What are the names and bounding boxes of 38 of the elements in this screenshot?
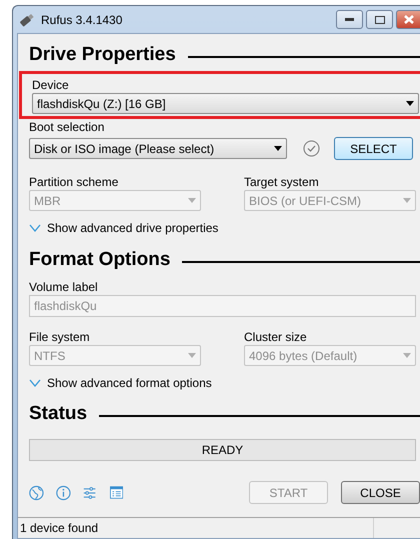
field-label: Device — [32, 77, 70, 93]
maximize-icon — [374, 16, 384, 24]
status-text: 1 device found — [18, 518, 374, 538]
close-button[interactable]: CLOSE — [341, 481, 420, 504]
caret-icon — [188, 353, 196, 358]
globe-icon[interactable] — [29, 484, 44, 502]
expand-toggle[interactable]: Show advanced format options — [29, 374, 420, 392]
select-button[interactable]: SELECT — [334, 137, 413, 160]
dropdown[interactable]: Disk or ISO image (Please select) — [29, 138, 287, 159]
settings-icon[interactable] — [82, 484, 96, 500]
field-label: File system — [29, 329, 91, 345]
dropdown[interactable]: flashdiskQu (Z:) [16 GB] — [32, 93, 419, 114]
minimize-button[interactable] — [336, 10, 363, 29]
close-button[interactable] — [396, 10, 420, 29]
chevron-icon — [29, 224, 41, 232]
check-icon[interactable] — [303, 140, 320, 157]
field-label: Partition scheme — [29, 174, 120, 190]
caret-icon — [188, 198, 196, 203]
caret-icon — [403, 353, 411, 358]
minimize-icon — [345, 18, 354, 21]
usb-drive-icon — [19, 12, 35, 26]
window-title: Rufus 3.4.1430 — [41, 12, 122, 26]
caret-icon — [406, 101, 414, 106]
field-label: Boot selection — [29, 119, 106, 135]
caret-icon — [274, 146, 282, 151]
section-heading: Status — [29, 403, 88, 425]
caret-icon — [403, 198, 411, 203]
field-label: Volume label — [29, 279, 99, 295]
maximize-button[interactable] — [366, 10, 393, 29]
info-icon[interactable] — [56, 484, 71, 502]
section-heading: Drive Properties — [29, 44, 176, 66]
field-label: Target system — [244, 174, 320, 190]
chevron-icon — [29, 379, 41, 387]
close-icon — [404, 15, 414, 24]
expand-toggle[interactable]: Show advanced drive properties — [29, 219, 420, 237]
field-label: Cluster size — [244, 329, 308, 345]
log-icon[interactable] — [110, 485, 123, 500]
section-heading: Format Options — [29, 249, 170, 271]
